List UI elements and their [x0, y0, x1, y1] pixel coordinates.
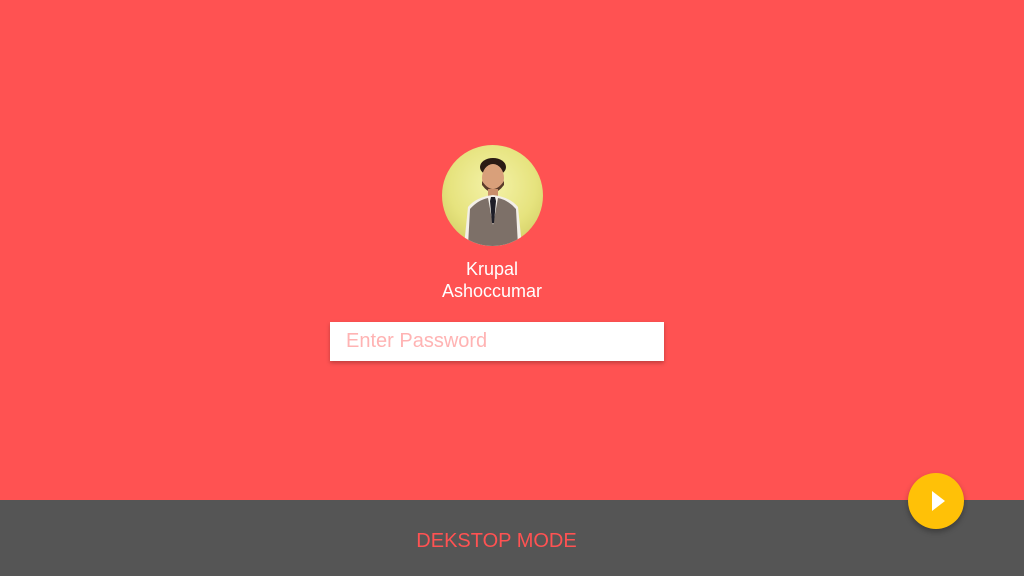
user-name: Krupal Ashoccumar — [392, 258, 592, 302]
desktop-mode-label[interactable]: DEKSTOP MODE — [0, 530, 993, 552]
password-field[interactable] — [330, 322, 664, 361]
user-first-name: Krupal — [465, 259, 519, 279]
submit-button[interactable] — [908, 473, 964, 529]
user-last-name: Ashoccumar — [441, 281, 543, 301]
play-arrow-icon — [932, 491, 945, 511]
lock-screen: Krupal Ashoccumar DEKSTOP MODE — [0, 0, 1024, 576]
password-input[interactable] — [330, 322, 664, 361]
user-avatar — [442, 145, 543, 246]
